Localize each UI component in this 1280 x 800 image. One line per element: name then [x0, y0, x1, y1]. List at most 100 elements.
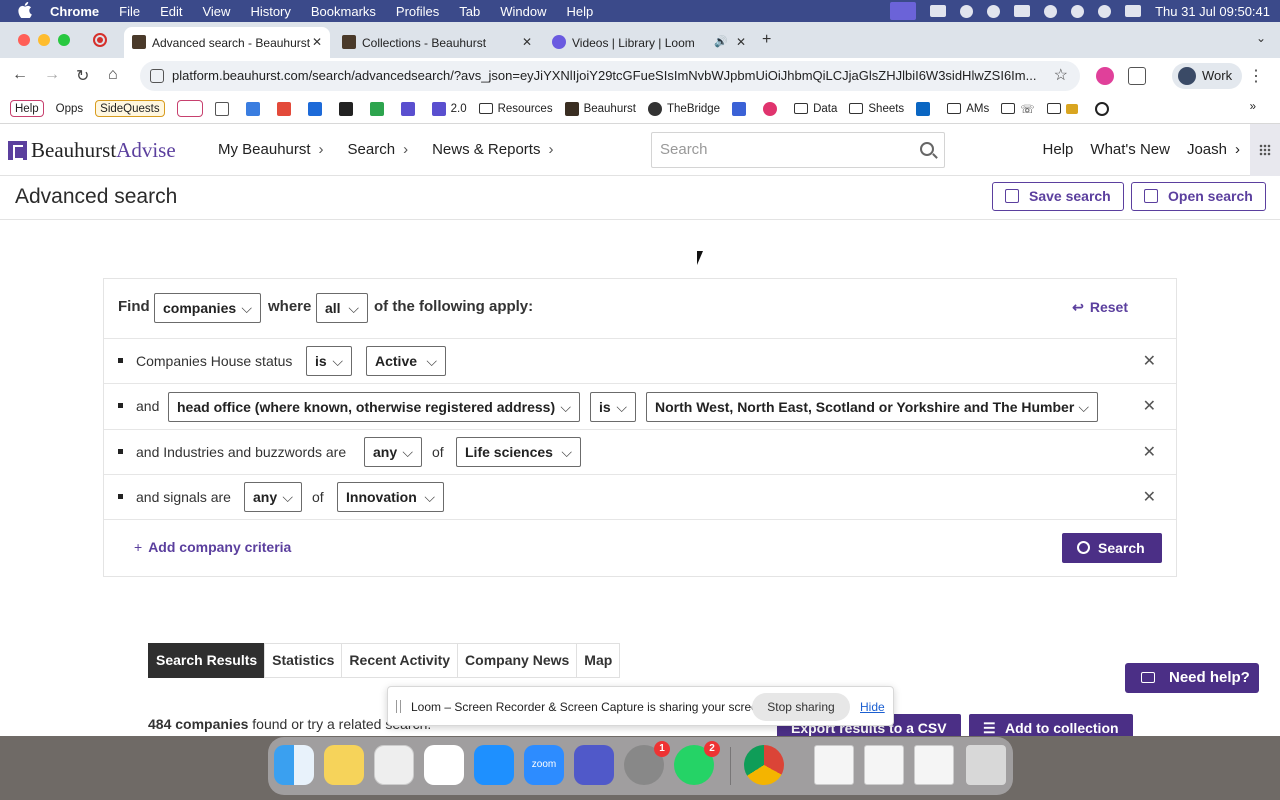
more-menu-icon[interactable]: ⋮ [1248, 66, 1264, 86]
menu-bookmarks[interactable]: Bookmarks [311, 4, 376, 19]
operator-select[interactable]: is ⌵ [306, 346, 352, 376]
preview-window-icon[interactable] [814, 745, 854, 785]
wifi-icon[interactable] [1044, 4, 1058, 18]
reset-button[interactable]: ↩ Reset [1072, 299, 1128, 316]
remove-criteria-icon[interactable]: ✕ [1143, 442, 1156, 462]
nav-news-reports[interactable]: News & Reports › [432, 141, 553, 158]
operator-select[interactable]: is ⌵ [590, 392, 636, 422]
combine-select[interactable]: all ⌵ [316, 293, 368, 323]
add-to-collection-button[interactable]: ☰ Add to collection [969, 714, 1133, 736]
preview-icon[interactable] [930, 5, 947, 17]
menubar-clock[interactable]: Thu 31 Jul 09:50:41 [1155, 4, 1270, 19]
nav-help[interactable]: Help [1043, 141, 1074, 158]
slack-icon[interactable] [424, 745, 464, 785]
control-center-icon[interactable] [1125, 5, 1142, 17]
open-search-button[interactable]: Open search [1131, 182, 1266, 211]
menu-window[interactable]: Window [500, 4, 546, 19]
back-icon[interactable]: ← [12, 66, 28, 84]
close-tab-icon[interactable]: ✕ [312, 35, 322, 49]
tab-map[interactable]: Map [576, 643, 621, 678]
close-tab-icon[interactable]: ✕ [736, 35, 746, 49]
bookmark-ams[interactable]: AMs [947, 103, 989, 115]
new-tab-icon[interactable]: + [762, 31, 771, 49]
value-select[interactable]: Innovation ⌵ [337, 482, 444, 512]
recording-icon[interactable] [93, 33, 107, 47]
extension-icon[interactable] [1096, 67, 1114, 85]
spotlight-icon[interactable] [1098, 4, 1112, 18]
global-search-input[interactable]: Search [651, 132, 945, 168]
address-bar[interactable]: platform.beauhurst.com/search/advancedse… [140, 61, 1080, 91]
bookmark-linkedin-icon[interactable] [916, 101, 935, 116]
bookmark-data[interactable]: Data [794, 103, 837, 115]
bookmark-sidequests[interactable]: SideQuests [95, 100, 165, 117]
bookmark-cloud-icon[interactable] [338, 101, 358, 116]
maximize-window-button[interactable] [58, 34, 70, 46]
hide-link[interactable]: Hide [860, 700, 885, 714]
forward-icon[interactable]: → [44, 66, 60, 84]
save-search-button[interactable]: Save search [992, 182, 1124, 211]
nav-search[interactable]: Search › [348, 141, 409, 158]
screen-share-icon[interactable] [890, 2, 917, 20]
bookmark-circle-icon[interactable] [763, 101, 782, 116]
notes-icon[interactable] [324, 745, 364, 785]
drag-handle-icon[interactable] [396, 700, 401, 713]
remove-criteria-icon[interactable]: ✕ [1143, 396, 1156, 416]
bookmark-x-icon[interactable] [400, 101, 420, 116]
tab-search-chevron-icon[interactable]: ⌄ [1256, 31, 1266, 45]
bookmark-2-0[interactable]: 2.0 [431, 101, 467, 116]
tab-recent-activity[interactable]: Recent Activity [341, 643, 459, 678]
menu-tab[interactable]: Tab [459, 4, 480, 19]
grammarly-icon[interactable] [960, 4, 974, 18]
bookmark-opps[interactable]: Opps [56, 103, 84, 115]
tab-advanced-search[interactable]: Advanced search - Beauhurst ✕ [124, 27, 330, 58]
remove-criteria-icon[interactable]: ✕ [1143, 351, 1156, 371]
tab-statistics[interactable]: Statistics [264, 643, 343, 678]
stop-sharing-button[interactable]: Stop sharing [752, 693, 850, 721]
bookmark-help[interactable]: Help [10, 100, 44, 117]
app-store-icon[interactable] [474, 745, 514, 785]
bookmark-resources[interactable]: Resources [478, 103, 553, 115]
menu-help[interactable]: Help [567, 4, 594, 19]
battery-icon[interactable] [1014, 5, 1031, 17]
nav-user[interactable]: Joash › [1187, 141, 1240, 158]
menu-app-name[interactable]: Chrome [50, 4, 99, 19]
bookmark-calendar-icon[interactable] [245, 101, 265, 116]
site-info-icon[interactable] [150, 69, 164, 83]
puzzle-icon[interactable] [1128, 67, 1146, 85]
speaker-icon[interactable]: 🔊 [714, 35, 728, 48]
bookmark-phone-folder[interactable]: ☏ [1001, 102, 1035, 116]
field-select[interactable]: head office (where known, otherwise regi… [168, 392, 580, 422]
nav-whats-new[interactable]: What's New [1090, 141, 1170, 158]
search-icon[interactable] [920, 142, 934, 156]
remove-criteria-icon[interactable]: ✕ [1143, 487, 1156, 507]
menu-profiles[interactable]: Profiles [396, 4, 439, 19]
preview-window-icon[interactable] [914, 745, 954, 785]
bookmark-star-icon[interactable]: ☆ [1054, 61, 1068, 91]
bookmark-sheets[interactable]: Sheets [849, 103, 904, 115]
bookmark-thebridge[interactable]: TheBridge [648, 101, 720, 116]
menu-edit[interactable]: Edit [160, 4, 182, 19]
menu-view[interactable]: View [202, 4, 230, 19]
launchpad-icon[interactable] [374, 745, 414, 785]
bookmark-trello-icon[interactable] [307, 101, 327, 116]
need-help-button[interactable]: Need help? [1125, 663, 1259, 693]
bookmark-apps-icon[interactable] [214, 101, 234, 116]
add-criteria-button[interactable]: + Add company criteria [134, 539, 291, 555]
nav-my-beauhurst[interactable]: My Beauhurst › [218, 141, 324, 158]
zoom-icon[interactable]: zoom [524, 745, 564, 785]
preview-window-icon[interactable] [864, 745, 904, 785]
value-select[interactable]: Life sciences ⌵ [456, 437, 581, 467]
system-settings-icon[interactable]: 1 [624, 741, 670, 785]
close-window-button[interactable] [18, 34, 30, 46]
minimize-window-button[interactable] [38, 34, 50, 46]
moon-icon[interactable] [987, 4, 1001, 18]
bookmark-beauhurst[interactable]: Beauhurst [564, 101, 636, 116]
bookmark-openai-icon[interactable] [1094, 101, 1114, 116]
close-tab-icon[interactable]: ✕ [522, 35, 532, 49]
apple-icon[interactable] [18, 1, 34, 21]
bluetooth-icon[interactable] [1071, 4, 1085, 18]
reload-icon[interactable]: ↻ [76, 66, 89, 86]
finder-icon[interactable] [274, 745, 314, 785]
tab-search-results[interactable]: Search Results [148, 643, 266, 678]
bookmark-grid-icon[interactable] [732, 101, 751, 116]
